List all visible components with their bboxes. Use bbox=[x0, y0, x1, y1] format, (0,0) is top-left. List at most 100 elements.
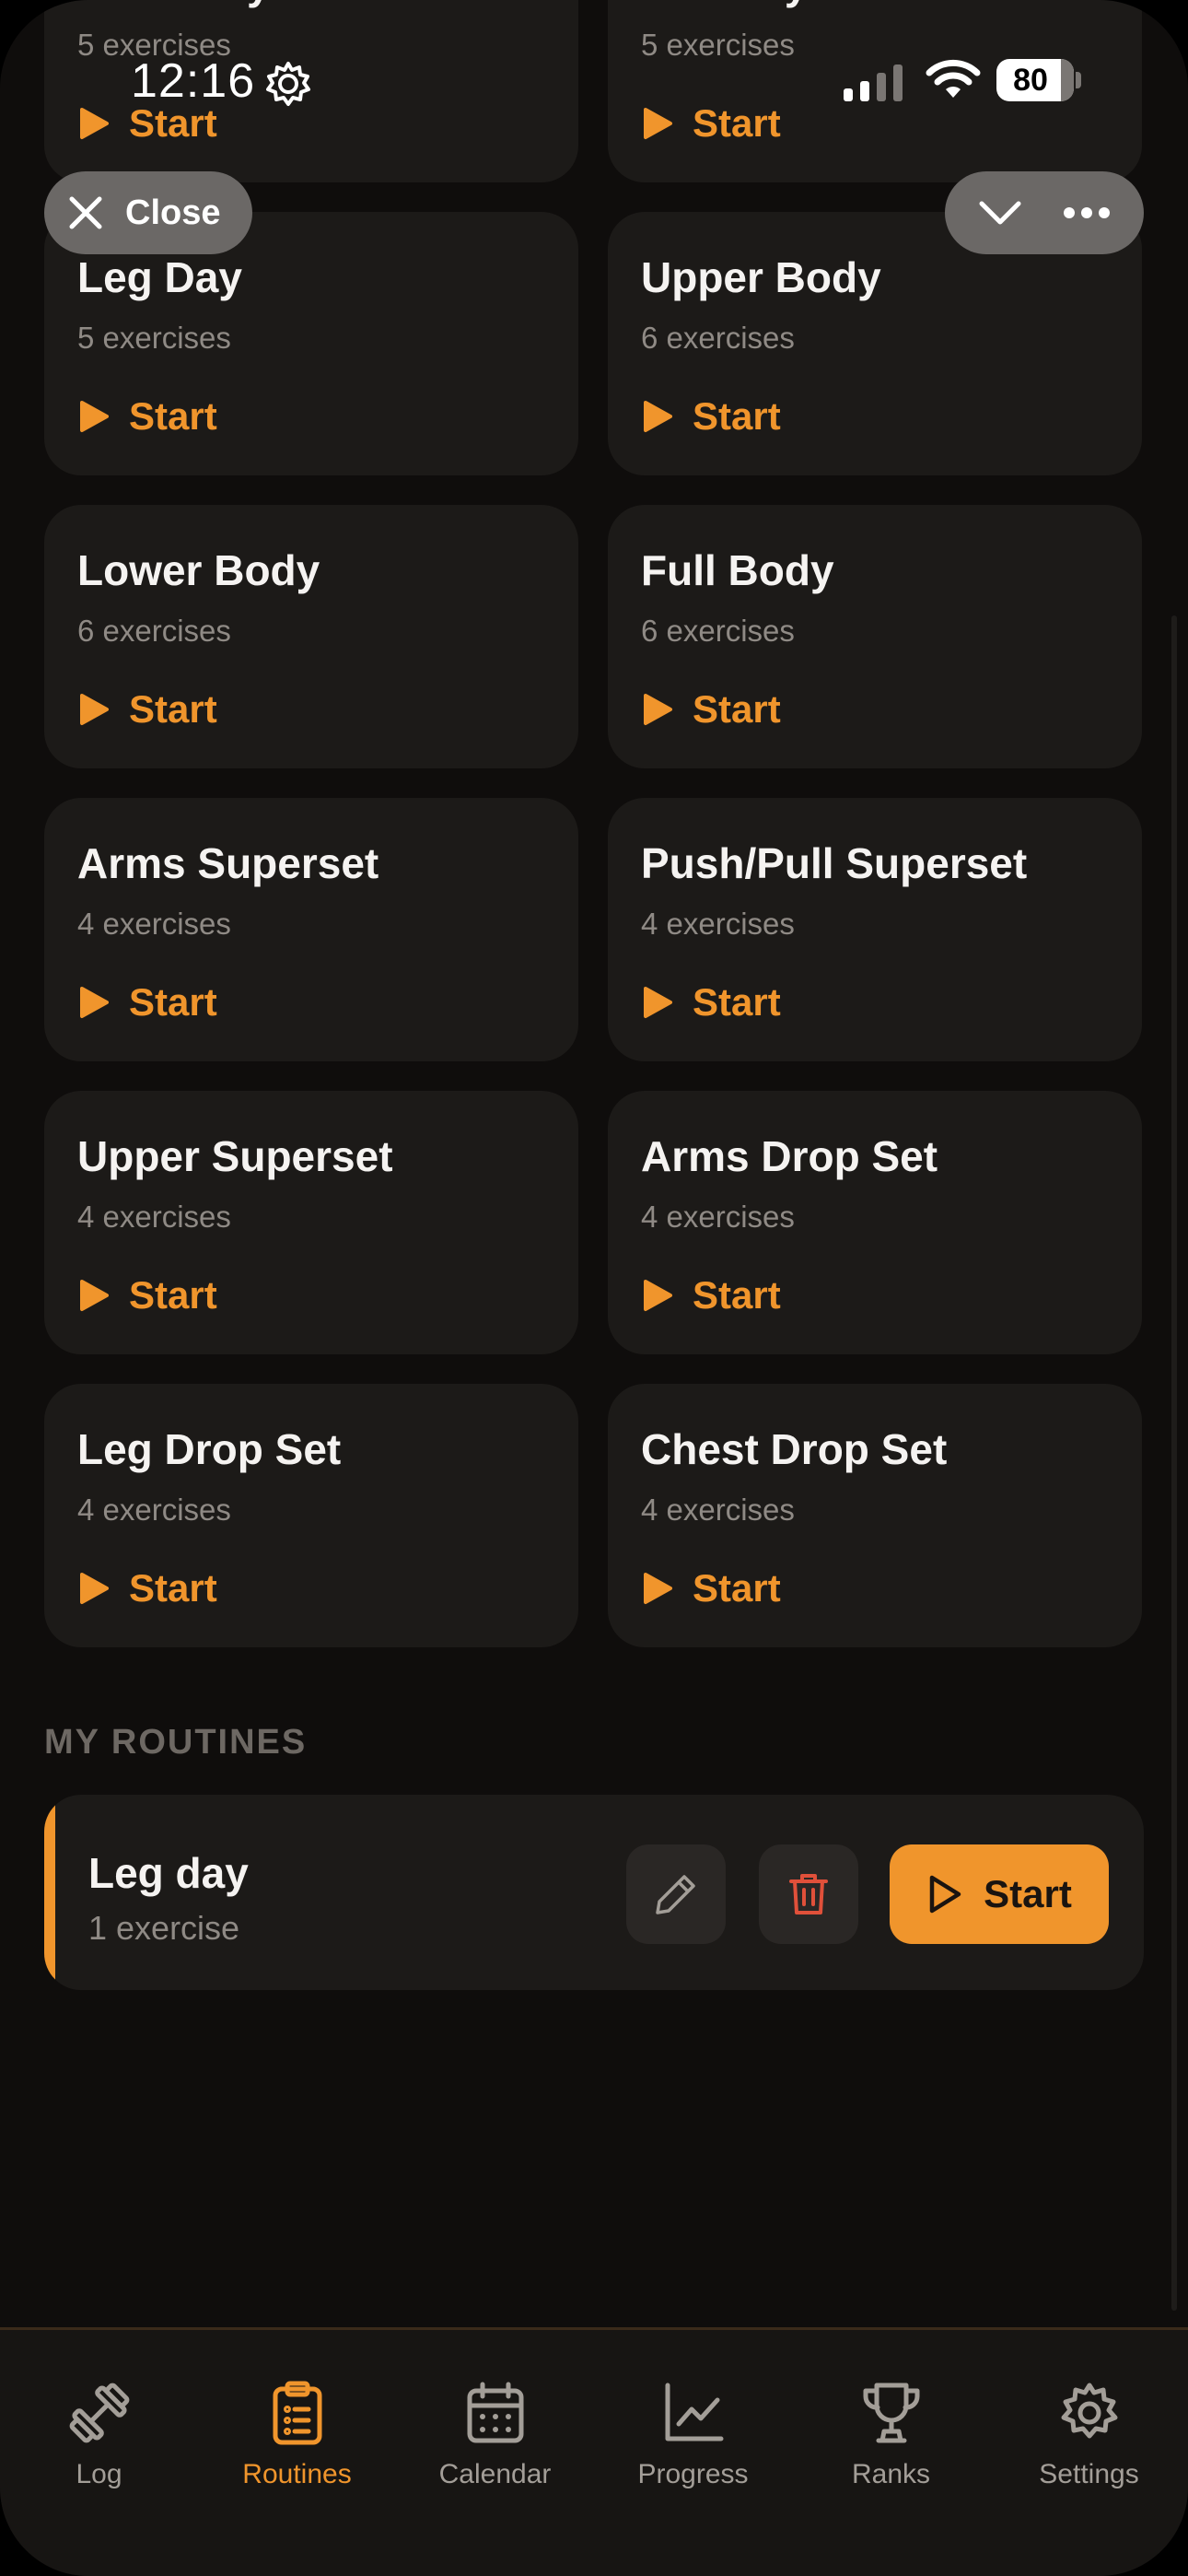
card-exercise-count: 5 exercises bbox=[77, 321, 231, 355]
card-exercise-count: 6 exercises bbox=[641, 321, 795, 355]
card-exercise-count: 4 exercises bbox=[77, 907, 231, 941]
clipboard-icon bbox=[273, 2381, 321, 2445]
chart-line-icon bbox=[665, 2383, 723, 2441]
chevron-down-icon[interactable] bbox=[978, 198, 1022, 228]
routine-template-card[interactable]: Lower Body 6 exercises Start bbox=[44, 505, 578, 768]
card-start-button[interactable]: Start bbox=[641, 980, 781, 1025]
tab-bar: Log Routines Calendar Progress Ranks Set… bbox=[0, 2327, 1188, 2576]
card-exercise-count: 4 exercises bbox=[641, 907, 795, 941]
card-start-button[interactable]: Start bbox=[641, 101, 781, 146]
routine-template-card[interactable]: Chest Drop Set 4 exercises Start bbox=[608, 1384, 1142, 1647]
tab-label: Calendar bbox=[438, 2459, 552, 2489]
card-start-button[interactable]: Start bbox=[641, 1273, 781, 1317]
card-exercise-count: 6 exercises bbox=[77, 614, 231, 648]
card-title: Upper Superset bbox=[77, 1132, 393, 1180]
play-outline-icon bbox=[929, 1875, 961, 1914]
routine-template-card[interactable]: Full Body 6 exercises Start bbox=[608, 505, 1142, 768]
routine-template-card[interactable]: Arms Drop Set 4 exercises Start bbox=[608, 1091, 1142, 1354]
tab-label: Log bbox=[76, 2459, 122, 2489]
status-time: 12:16 bbox=[131, 54, 256, 108]
dumbbell-icon bbox=[69, 2383, 129, 2443]
tab-label: Settings bbox=[1039, 2459, 1139, 2489]
card-title: Leg Day bbox=[77, 253, 242, 301]
more-options-icon[interactable] bbox=[1063, 206, 1111, 219]
start-label: Start bbox=[693, 687, 781, 731]
card-start-button[interactable]: Start bbox=[641, 394, 781, 439]
tab-ranks[interactable]: Ranks bbox=[792, 2380, 990, 2490]
delete-routine-button[interactable] bbox=[759, 1844, 858, 1944]
play-icon bbox=[80, 108, 109, 139]
card-title: Arms Superset bbox=[77, 839, 379, 887]
start-label: Start bbox=[693, 101, 781, 145]
card-title: Arms Drop Set bbox=[641, 1132, 938, 1180]
edit-routine-button[interactable] bbox=[626, 1844, 726, 1944]
routines-screen: Push Day 5 exercises Start Pull Day 5 ex… bbox=[0, 0, 1188, 2576]
card-title: Full Body bbox=[641, 546, 834, 594]
play-icon bbox=[80, 1280, 109, 1311]
routine-template-card[interactable]: Arms Superset 4 exercises Start bbox=[44, 798, 578, 1061]
gear-icon bbox=[266, 62, 310, 106]
play-icon bbox=[644, 1573, 672, 1604]
tab-routines[interactable]: Routines bbox=[198, 2380, 396, 2490]
routine-accent-bar bbox=[44, 1795, 55, 1990]
card-start-button[interactable]: Start bbox=[641, 1566, 781, 1610]
play-icon bbox=[80, 694, 109, 725]
tab-label: Routines bbox=[242, 2459, 352, 2489]
trash-icon bbox=[789, 1874, 828, 1914]
card-title: Leg Drop Set bbox=[77, 1425, 342, 1473]
play-icon bbox=[644, 1280, 672, 1311]
my-routines-heading: MY ROUTINES bbox=[44, 1723, 308, 1762]
play-icon bbox=[644, 401, 672, 432]
card-exercise-count: 5 exercises bbox=[641, 28, 795, 62]
calendar-icon bbox=[467, 2382, 523, 2443]
card-start-button[interactable]: Start bbox=[641, 687, 781, 732]
play-icon bbox=[644, 108, 672, 139]
tab-progress[interactable]: Progress bbox=[594, 2380, 792, 2490]
start-label: Start bbox=[129, 1273, 217, 1317]
card-title: Push/Pull Superset bbox=[641, 839, 1028, 887]
close-label: Close bbox=[125, 193, 221, 232]
card-title: Lower Body bbox=[77, 546, 320, 594]
tab-calendar[interactable]: Calendar bbox=[396, 2380, 594, 2490]
card-start-button[interactable]: Start bbox=[77, 1273, 217, 1317]
tab-log[interactable]: Log bbox=[0, 2380, 198, 2490]
start-label: Start bbox=[693, 1566, 781, 1610]
start-label: Start bbox=[129, 394, 217, 438]
play-icon bbox=[80, 401, 109, 432]
battery-indicator: 80 bbox=[996, 59, 1081, 101]
start-label: Start bbox=[984, 1872, 1072, 1915]
card-exercise-count: 4 exercises bbox=[641, 1200, 795, 1234]
card-start-button[interactable]: Start bbox=[77, 1566, 217, 1610]
tab-label: Ranks bbox=[851, 2459, 931, 2489]
tab-label: Progress bbox=[637, 2459, 749, 2489]
start-label: Start bbox=[693, 394, 781, 438]
routine-template-card[interactable]: Push/Pull Superset 4 exercises Start bbox=[608, 798, 1142, 1061]
battery-level: 80 bbox=[1013, 62, 1048, 98]
card-title: Pull Day bbox=[641, 0, 809, 9]
tab-settings[interactable]: Settings bbox=[990, 2380, 1188, 2490]
scroll-indicator[interactable] bbox=[1171, 615, 1177, 2311]
start-label: Start bbox=[129, 687, 217, 731]
close-button[interactable]: Close bbox=[44, 171, 252, 254]
my-routine-card[interactable]: Leg day 1 exercise Start bbox=[44, 1795, 1144, 1990]
card-start-button[interactable]: Start bbox=[77, 687, 217, 732]
play-icon bbox=[644, 987, 672, 1018]
pencil-icon bbox=[656, 1875, 695, 1914]
close-icon bbox=[69, 196, 102, 229]
routine-title: Leg day bbox=[88, 1849, 249, 1897]
play-icon bbox=[80, 987, 109, 1018]
play-icon bbox=[644, 694, 672, 725]
routine-template-card[interactable]: Leg Drop Set 4 exercises Start bbox=[44, 1384, 578, 1647]
start-routine-button[interactable]: Start bbox=[890, 1844, 1109, 1944]
gear-icon bbox=[1061, 2383, 1117, 2439]
card-start-button[interactable]: Start bbox=[77, 394, 217, 439]
routine-exercise-count: 1 exercise bbox=[88, 1909, 240, 1947]
trophy-icon bbox=[862, 2383, 920, 2443]
card-start-button[interactable]: Start bbox=[77, 980, 217, 1025]
card-title: Push Day bbox=[77, 0, 271, 9]
card-exercise-count: 4 exercises bbox=[77, 1200, 231, 1234]
card-exercise-count: 6 exercises bbox=[641, 614, 795, 648]
top-actions-pill bbox=[945, 171, 1144, 254]
routine-template-card[interactable]: Upper Superset 4 exercises Start bbox=[44, 1091, 578, 1354]
card-title: Chest Drop Set bbox=[641, 1425, 948, 1473]
